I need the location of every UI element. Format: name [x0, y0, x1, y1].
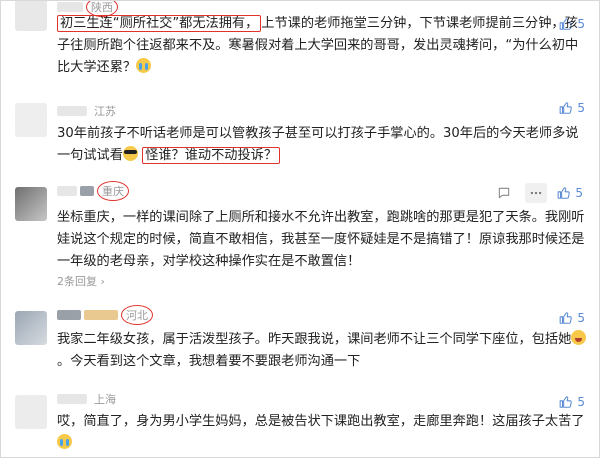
- like-button[interactable]: 5: [557, 186, 583, 200]
- highlighted-text: 怪谁？谁动不动投诉？: [142, 147, 281, 164]
- username-blurred: [57, 2, 83, 12]
- like-button[interactable]: 5: [559, 311, 585, 325]
- user-info: 江苏: [57, 103, 116, 119]
- avatar[interactable]: [15, 187, 47, 221]
- more-dots-icon: [531, 191, 542, 195]
- highlighted-text: 初三生连“厕所社交”都无法拥有，: [57, 15, 262, 32]
- sunglasses-face-icon: [122, 146, 138, 161]
- user-info: 上海: [57, 391, 116, 407]
- avatar[interactable]: [15, 103, 47, 137]
- user-info: 重庆: [57, 181, 129, 201]
- username-blurred: [57, 394, 87, 404]
- like-button[interactable]: 5: [559, 101, 585, 115]
- like-button[interactable]: 5: [559, 395, 585, 409]
- comment-text: 我家二年级女孩，属于活泼型孩子。昨天跟我说，课间老师不让三个同学下座位，包括她。…: [57, 329, 587, 373]
- comment-bubble-icon: [499, 187, 510, 199]
- location-label: 河北: [121, 305, 153, 325]
- username-blurred: [80, 186, 94, 196]
- comment-text-segment: 。今天看到这个文章，我想着要不要跟老师沟通一下: [57, 354, 361, 369]
- username-blurred: [57, 310, 81, 320]
- more-button[interactable]: [525, 183, 548, 203]
- like-count: 5: [577, 395, 585, 409]
- avatar[interactable]: [15, 395, 47, 429]
- username-blurred: [57, 186, 77, 196]
- comment-text: 初三生连“厕所社交”都无法拥有， 上节课的老师拖堂三分钟，下节课老师提前三分钟，孩…: [57, 13, 587, 79]
- user-info: 河北: [57, 305, 153, 325]
- avatar[interactable]: [15, 1, 47, 31]
- like-count: 5: [577, 311, 585, 325]
- comment-text-segment: 我家二年级女孩，属于活泼型孩子。昨天跟我说，课间老师不让三个同学下座位，包括她: [57, 332, 572, 347]
- location-label: 上海: [94, 393, 116, 406]
- thumbs-up-icon: [558, 187, 571, 199]
- view-replies-link[interactable]: 2条回复 ›: [57, 273, 105, 289]
- comment-text: 30年前孩子不听话老师是可以管教孩子甚至可以打孩子手掌心的。30年后的今天老师多…: [57, 123, 587, 167]
- comment-actions: 5: [493, 183, 583, 203]
- comment-text: 哎，简直了，身为男小学生妈妈，总是被告状下课跑出教室，走廊里奔跑！这届孩子太苦了: [57, 411, 587, 455]
- username-blurred: [57, 106, 87, 116]
- crying-face-icon: [57, 434, 72, 449]
- username-blurred: [84, 310, 118, 320]
- like-count: 5: [575, 186, 583, 200]
- location-label: 江苏: [94, 105, 116, 118]
- comment-text-segment: 哎，简直了，身为男小学生妈妈，总是被告状下课跑出教室，走廊里奔跑！这届孩子太苦了: [57, 414, 585, 429]
- thumbs-up-icon: [560, 312, 573, 324]
- comment-list: 陕西 5 初三生连“厕所社交”都无法拥有， 上节课的老师拖堂三分钟，下节课老师提前…: [0, 0, 600, 458]
- comment-text: 坐标重庆，一样的课间除了上厕所和接水不允许出教室，跑跳啥的那更是犯了天条。我刚听…: [57, 210, 585, 269]
- thumbs-up-icon: [560, 396, 573, 408]
- location-label: 重庆: [97, 181, 129, 201]
- reply-button[interactable]: [493, 183, 515, 203]
- laughing-face-icon: [571, 330, 587, 345]
- crying-face-icon: [136, 58, 152, 73]
- thumbs-up-icon: [560, 102, 573, 114]
- avatar[interactable]: [15, 311, 47, 345]
- like-count: 5: [577, 101, 585, 115]
